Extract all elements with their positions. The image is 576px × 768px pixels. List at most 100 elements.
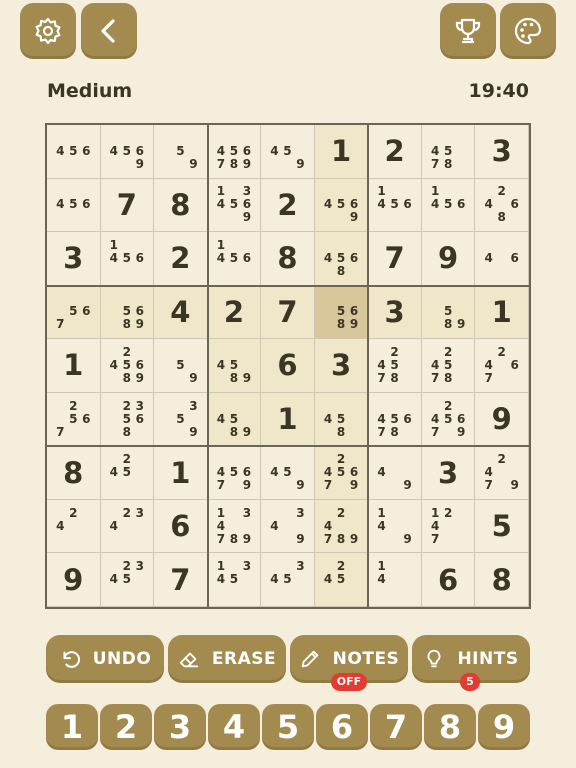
sudoku-cell[interactable]: 3: [368, 285, 422, 340]
sudoku-cell[interactable]: 8: [261, 232, 315, 286]
sudoku-cell[interactable]: 24578: [421, 339, 476, 393]
sudoku-cell[interactable]: 1456: [421, 178, 476, 233]
sudoku-cell[interactable]: 23 4: [100, 499, 155, 554]
sudoku-cell[interactable]: 245: [100, 446, 155, 500]
sudoku-cell[interactable]: 245: [314, 553, 369, 607]
number-button[interactable]: 1: [46, 704, 98, 750]
sudoku-cell[interactable]: 6: [261, 339, 315, 393]
number-button[interactable]: 6: [316, 704, 368, 750]
sudoku-cell[interactable]: 2467: [475, 339, 529, 393]
sudoku-cell[interactable]: 9: [421, 232, 476, 286]
sudoku-cell[interactable]: 3: [47, 232, 101, 286]
sudoku-cell[interactable]: 134569: [207, 178, 262, 233]
sudoku-cell[interactable]: 45679: [207, 446, 262, 500]
sudoku-cell[interactable]: 14 9: [368, 499, 422, 554]
note-digit: [401, 520, 414, 533]
sudoku-cell[interactable]: 4589: [207, 339, 262, 393]
number-button[interactable]: 7: [370, 704, 422, 750]
sudoku-cell[interactable]: 1247: [421, 499, 476, 554]
sudoku-cell[interactable]: 1: [154, 446, 208, 500]
sudoku-cell[interactable]: 245689: [100, 339, 155, 393]
sudoku-cell[interactable]: 9: [47, 553, 101, 607]
sudoku-cell[interactable]: 7: [100, 178, 155, 233]
sudoku-cell[interactable]: 8: [475, 553, 529, 607]
sudoku-cell[interactable]: 59: [154, 125, 208, 179]
sudoku-cell[interactable]: 2: [207, 285, 262, 340]
sudoku-cell[interactable]: 2: [368, 125, 422, 179]
sudoku-cell[interactable]: 4569: [100, 125, 155, 179]
sudoku-cell[interactable]: 4: [154, 285, 208, 340]
sudoku-cell[interactable]: 2345: [100, 553, 155, 607]
erase-button[interactable]: ERASE: [168, 635, 286, 683]
undo-button[interactable]: UNDO: [46, 635, 164, 683]
note-digit: 2: [497, 184, 506, 199]
sudoku-cell[interactable]: 2: [154, 232, 208, 286]
back-button[interactable]: [81, 3, 137, 59]
sudoku-cell[interactable]: 245679: [314, 446, 369, 500]
sudoku-cell[interactable]: 359: [154, 392, 208, 447]
sudoku-cell[interactable]: 1456: [207, 232, 262, 286]
sudoku-cell[interactable]: 4568: [314, 232, 369, 286]
sudoku-cell[interactable]: 3 45: [261, 553, 315, 607]
number-button[interactable]: 9: [478, 704, 530, 750]
sudoku-cell[interactable]: 24578: [368, 339, 422, 393]
sudoku-cell[interactable]: 7: [368, 232, 422, 286]
sudoku-cell[interactable]: 1345: [207, 553, 262, 607]
sudoku-cell[interactable]: 5: [475, 499, 529, 554]
sudoku-cell[interactable]: 456 78: [368, 392, 422, 447]
sudoku-cell[interactable]: 459: [261, 125, 315, 179]
sudoku-cell[interactable]: 3: [421, 446, 476, 500]
sudoku-cell[interactable]: 2: [261, 178, 315, 233]
trophy-button[interactable]: [440, 3, 496, 59]
sudoku-cell[interactable]: 59: [154, 339, 208, 393]
note-digit: [227, 479, 240, 492]
sudoku-cell[interactable]: 49: [368, 446, 422, 500]
sudoku-cell[interactable]: 56 7: [47, 285, 101, 340]
sudoku-cell[interactable]: 46: [475, 232, 529, 286]
sudoku-cell[interactable]: 458: [314, 392, 369, 447]
sudoku-cell[interactable]: 1: [47, 339, 101, 393]
sudoku-cell[interactable]: 4589: [207, 392, 262, 447]
sudoku-cell[interactable]: 1456: [368, 178, 422, 233]
sudoku-cell[interactable]: 5689: [100, 285, 155, 340]
sudoku-cell[interactable]: 3: [314, 339, 369, 393]
sudoku-cell[interactable]: 24 68: [475, 178, 529, 233]
sudoku-cell[interactable]: 1: [475, 285, 529, 340]
number-button[interactable]: 4: [208, 704, 260, 750]
number-button[interactable]: 3: [154, 704, 206, 750]
sudoku-cell[interactable]: 256 7: [47, 392, 101, 447]
sudoku-cell[interactable]: 3 4 9: [261, 499, 315, 554]
sudoku-cell[interactable]: 245679: [421, 392, 476, 447]
sudoku-cell[interactable]: 24: [47, 499, 101, 554]
sudoku-cell[interactable]: 1: [261, 392, 315, 447]
sudoku-cell[interactable]: 456: [47, 178, 101, 233]
sudoku-cell[interactable]: 6: [154, 499, 208, 554]
sudoku-cell[interactable]: 7: [154, 553, 208, 607]
sudoku-cell[interactable]: 24789: [314, 499, 369, 554]
sudoku-cell[interactable]: 1: [314, 125, 369, 179]
note-digit: [227, 239, 240, 252]
sudoku-cell[interactable]: 4578: [421, 125, 476, 179]
number-button[interactable]: 2: [100, 704, 152, 750]
sudoku-cell[interactable]: 9: [475, 392, 529, 447]
sudoku-cell[interactable]: 8: [154, 178, 208, 233]
sudoku-cell[interactable]: 7: [261, 285, 315, 340]
sudoku-cell[interactable]: 5689: [314, 285, 369, 340]
sudoku-cell[interactable]: 459: [261, 446, 315, 500]
sudoku-cell[interactable]: 456 789: [207, 125, 262, 179]
settings-button[interactable]: [20, 3, 76, 59]
sudoku-cell[interactable]: 6: [421, 553, 476, 607]
sudoku-cell[interactable]: 2479: [475, 446, 529, 500]
sudoku-cell[interactable]: 3: [475, 125, 529, 179]
sudoku-cell[interactable]: 589: [421, 285, 476, 340]
sudoku-cell[interactable]: 8: [47, 446, 101, 500]
sudoku-cell[interactable]: 23568: [100, 392, 155, 447]
number-button[interactable]: 8: [424, 704, 476, 750]
sudoku-cell[interactable]: 1 3 4789: [207, 499, 262, 554]
sudoku-cell[interactable]: 1456: [100, 232, 155, 286]
sudoku-cell[interactable]: 4569: [314, 178, 369, 233]
sudoku-cell[interactable]: 14: [368, 553, 422, 607]
theme-button[interactable]: [500, 3, 556, 59]
sudoku-cell[interactable]: 456: [47, 125, 101, 179]
number-button[interactable]: 5: [262, 704, 314, 750]
